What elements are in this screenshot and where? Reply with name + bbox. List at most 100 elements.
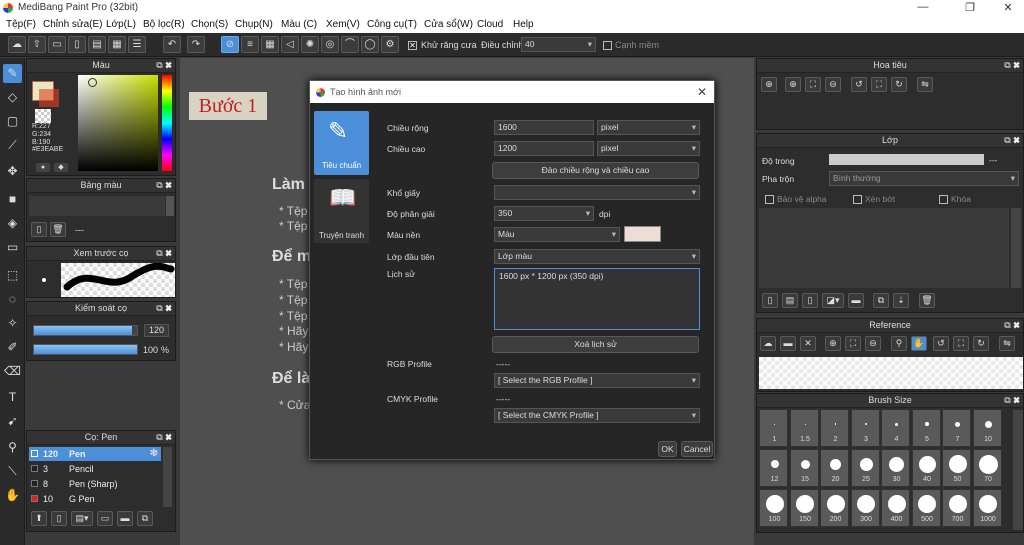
menu-help[interactable]: Help (513, 19, 534, 30)
brush-size-preset[interactable]: 200 (820, 489, 849, 527)
palette-scrollbar[interactable] (166, 196, 174, 216)
flip-icon[interactable]: ⇋ (999, 336, 1015, 351)
brush-size-preset[interactable]: 1000 (972, 489, 1002, 527)
panel-controls-icon[interactable]: ⧉ ✖ (156, 431, 172, 444)
menu-layer[interactable]: Lớp(L) (106, 19, 136, 30)
menu-cloud[interactable]: Cloud (477, 19, 503, 30)
brush-menu-icon[interactable]: ▤▾ (71, 511, 93, 526)
first-layer-select[interactable]: Lớp màu (494, 249, 700, 264)
menu-file[interactable]: Tệp(F) (6, 19, 36, 30)
menu-tools[interactable]: Công cụ(T) (367, 19, 417, 30)
eraser-tool-icon[interactable]: ◇ (3, 88, 22, 107)
soft-edge-checkbox[interactable] (603, 41, 612, 51)
share-icon[interactable]: ⇧ (28, 36, 46, 53)
brush-list-scrollbar[interactable] (163, 447, 172, 507)
history-item[interactable]: 1600 px * 1200 px (350 dpi) (499, 271, 603, 281)
cloud-icon[interactable]: ☁ (8, 36, 26, 53)
brush-item[interactable]: 8 Pen (Sharp) (29, 477, 161, 491)
brush-size-preset[interactable]: 15 (789, 449, 819, 487)
panel-controls-icon[interactable]: ⧉ ✖ (1004, 319, 1020, 332)
flip-icon[interactable]: ⇋ (917, 77, 933, 92)
line-tool-icon[interactable]: ⟋ (3, 136, 22, 155)
menu-filter[interactable]: Bộ lọc(R) (143, 19, 185, 30)
brush-size-preset[interactable]: 7 (942, 409, 971, 447)
rgb-profile-select[interactable]: [ Select the RGB Profile ] (494, 373, 700, 388)
brush-size-value[interactable]: 120 (144, 324, 169, 337)
rotate-left-icon[interactable]: ↺ (933, 336, 949, 351)
brush-size-preset[interactable]: 10 (972, 409, 1002, 447)
palette-area[interactable] (29, 196, 165, 216)
new-layer-icon[interactable]: ▯ (762, 293, 778, 308)
protect-alpha-checkbox[interactable] (765, 195, 774, 205)
brush-item[interactable]: 120 Pen ✻ (29, 447, 161, 461)
panel-controls-icon[interactable]: ⧉ ✖ (156, 59, 172, 72)
select-tool-icon[interactable]: ⬚ (3, 266, 22, 285)
brush-tool-icon[interactable]: ✎ (3, 64, 22, 83)
brush-item[interactable]: 10 G Pen (29, 492, 161, 506)
brush-size-preset[interactable]: 1.5 (789, 409, 819, 447)
adjust-select[interactable]: 40 (521, 37, 596, 52)
add-brush-icon[interactable]: ⬆ (31, 511, 47, 526)
new-halftone-layer-icon[interactable]: ▤ (782, 293, 798, 308)
height-input[interactable]: 1200 (494, 141, 594, 156)
redo-icon[interactable]: ↷ (187, 36, 205, 53)
duplicate-layer-icon[interactable]: ⧉ (873, 293, 889, 308)
brush-size-preset[interactable]: 3 (850, 409, 880, 447)
brush-size-slider[interactable] (33, 325, 138, 336)
fit-screen-icon[interactable]: ⛶ (845, 336, 861, 351)
antialias-checkbox[interactable]: ✕ (408, 41, 417, 51)
background-select[interactable]: Màu (494, 227, 620, 242)
folder-icon[interactable]: ▬ (117, 511, 133, 526)
swap-dimensions-button[interactable]: Đảo chiều rộng và chiều cao (492, 162, 699, 179)
brush-size-preset[interactable]: 500 (911, 489, 941, 527)
dot-tool-icon[interactable]: ▢ (3, 112, 22, 131)
rotate-right-icon[interactable]: ↻ (973, 336, 989, 351)
dropper-tool-icon[interactable]: ⚲ (3, 438, 22, 457)
hue-slider[interactable] (162, 75, 172, 171)
menu-select[interactable]: Chọn(S) (191, 19, 228, 30)
panel-controls-icon[interactable]: ⧉ ✖ (156, 247, 172, 260)
panel-controls-icon[interactable]: ⧉ ✖ (1004, 59, 1020, 72)
hand-icon[interactable]: ✋ (911, 336, 927, 351)
panel-controls-icon[interactable]: ⧉ ✖ (156, 179, 172, 192)
transparent-swatch[interactable] (35, 109, 51, 123)
radial-snap-icon[interactable]: ✺ (301, 36, 319, 53)
zoom-fit-icon[interactable]: ⊕ (761, 77, 777, 92)
color-picker-field[interactable] (78, 75, 158, 171)
brush-size-preset[interactable]: 30 (881, 449, 910, 487)
color-option2-icon[interactable]: ◆ (54, 163, 68, 172)
zoom-in-icon[interactable]: ⊕ (825, 336, 841, 351)
brush-size-preset[interactable]: 700 (942, 489, 971, 527)
brush-size-preset[interactable]: 40 (911, 449, 941, 487)
curve-snap-icon[interactable]: ⌒ (341, 36, 359, 53)
menu-edit[interactable]: Chỉnh sửa(E) (43, 19, 103, 30)
brush-size-preset[interactable]: 20 (820, 449, 849, 487)
brush-item[interactable]: 3 Pencil (29, 462, 161, 476)
undo-icon[interactable]: ↶ (163, 36, 181, 53)
move-tool-icon[interactable]: ✥ (3, 162, 22, 181)
folder-icon[interactable]: ▬ (780, 336, 796, 351)
background-color-swatch[interactable] (624, 226, 661, 242)
list-doc-icon[interactable]: ☰ (128, 36, 146, 53)
brush-opacity-slider[interactable] (33, 344, 138, 355)
clear-history-button[interactable]: Xoá lịch sử (492, 336, 699, 353)
add-layer-menu-icon[interactable]: ◪▾ (822, 293, 844, 308)
trash-icon[interactable]: 🗑 (919, 293, 935, 308)
rotate-right-icon[interactable]: ↻ (891, 77, 907, 92)
ok-button[interactable]: OK (658, 441, 677, 457)
dropper-icon[interactable]: ⚲ (891, 336, 907, 351)
new-brush-icon[interactable]: ▯ (51, 511, 67, 526)
background-color-swatch[interactable] (39, 89, 59, 107)
rotate-left-icon[interactable]: ↺ (851, 77, 867, 92)
reference-canvas[interactable] (759, 357, 1023, 389)
duplicate-icon[interactable]: ⧉ (137, 511, 153, 526)
zoom-out-icon[interactable]: ⊖ (825, 77, 841, 92)
brush-size-preset[interactable]: 2 (820, 409, 849, 447)
reset-view-icon[interactable]: ⛶ (871, 77, 887, 92)
page-icon[interactable]: ▯ (68, 36, 86, 53)
resolution-select[interactable]: 350 (494, 206, 594, 221)
dialog-close-button[interactable]: ✕ (697, 81, 707, 103)
circle-snap-icon[interactable]: ◎ (321, 36, 339, 53)
layer-opacity-slider[interactable] (829, 154, 984, 165)
perspective-snap-icon[interactable]: ◁ (281, 36, 299, 53)
